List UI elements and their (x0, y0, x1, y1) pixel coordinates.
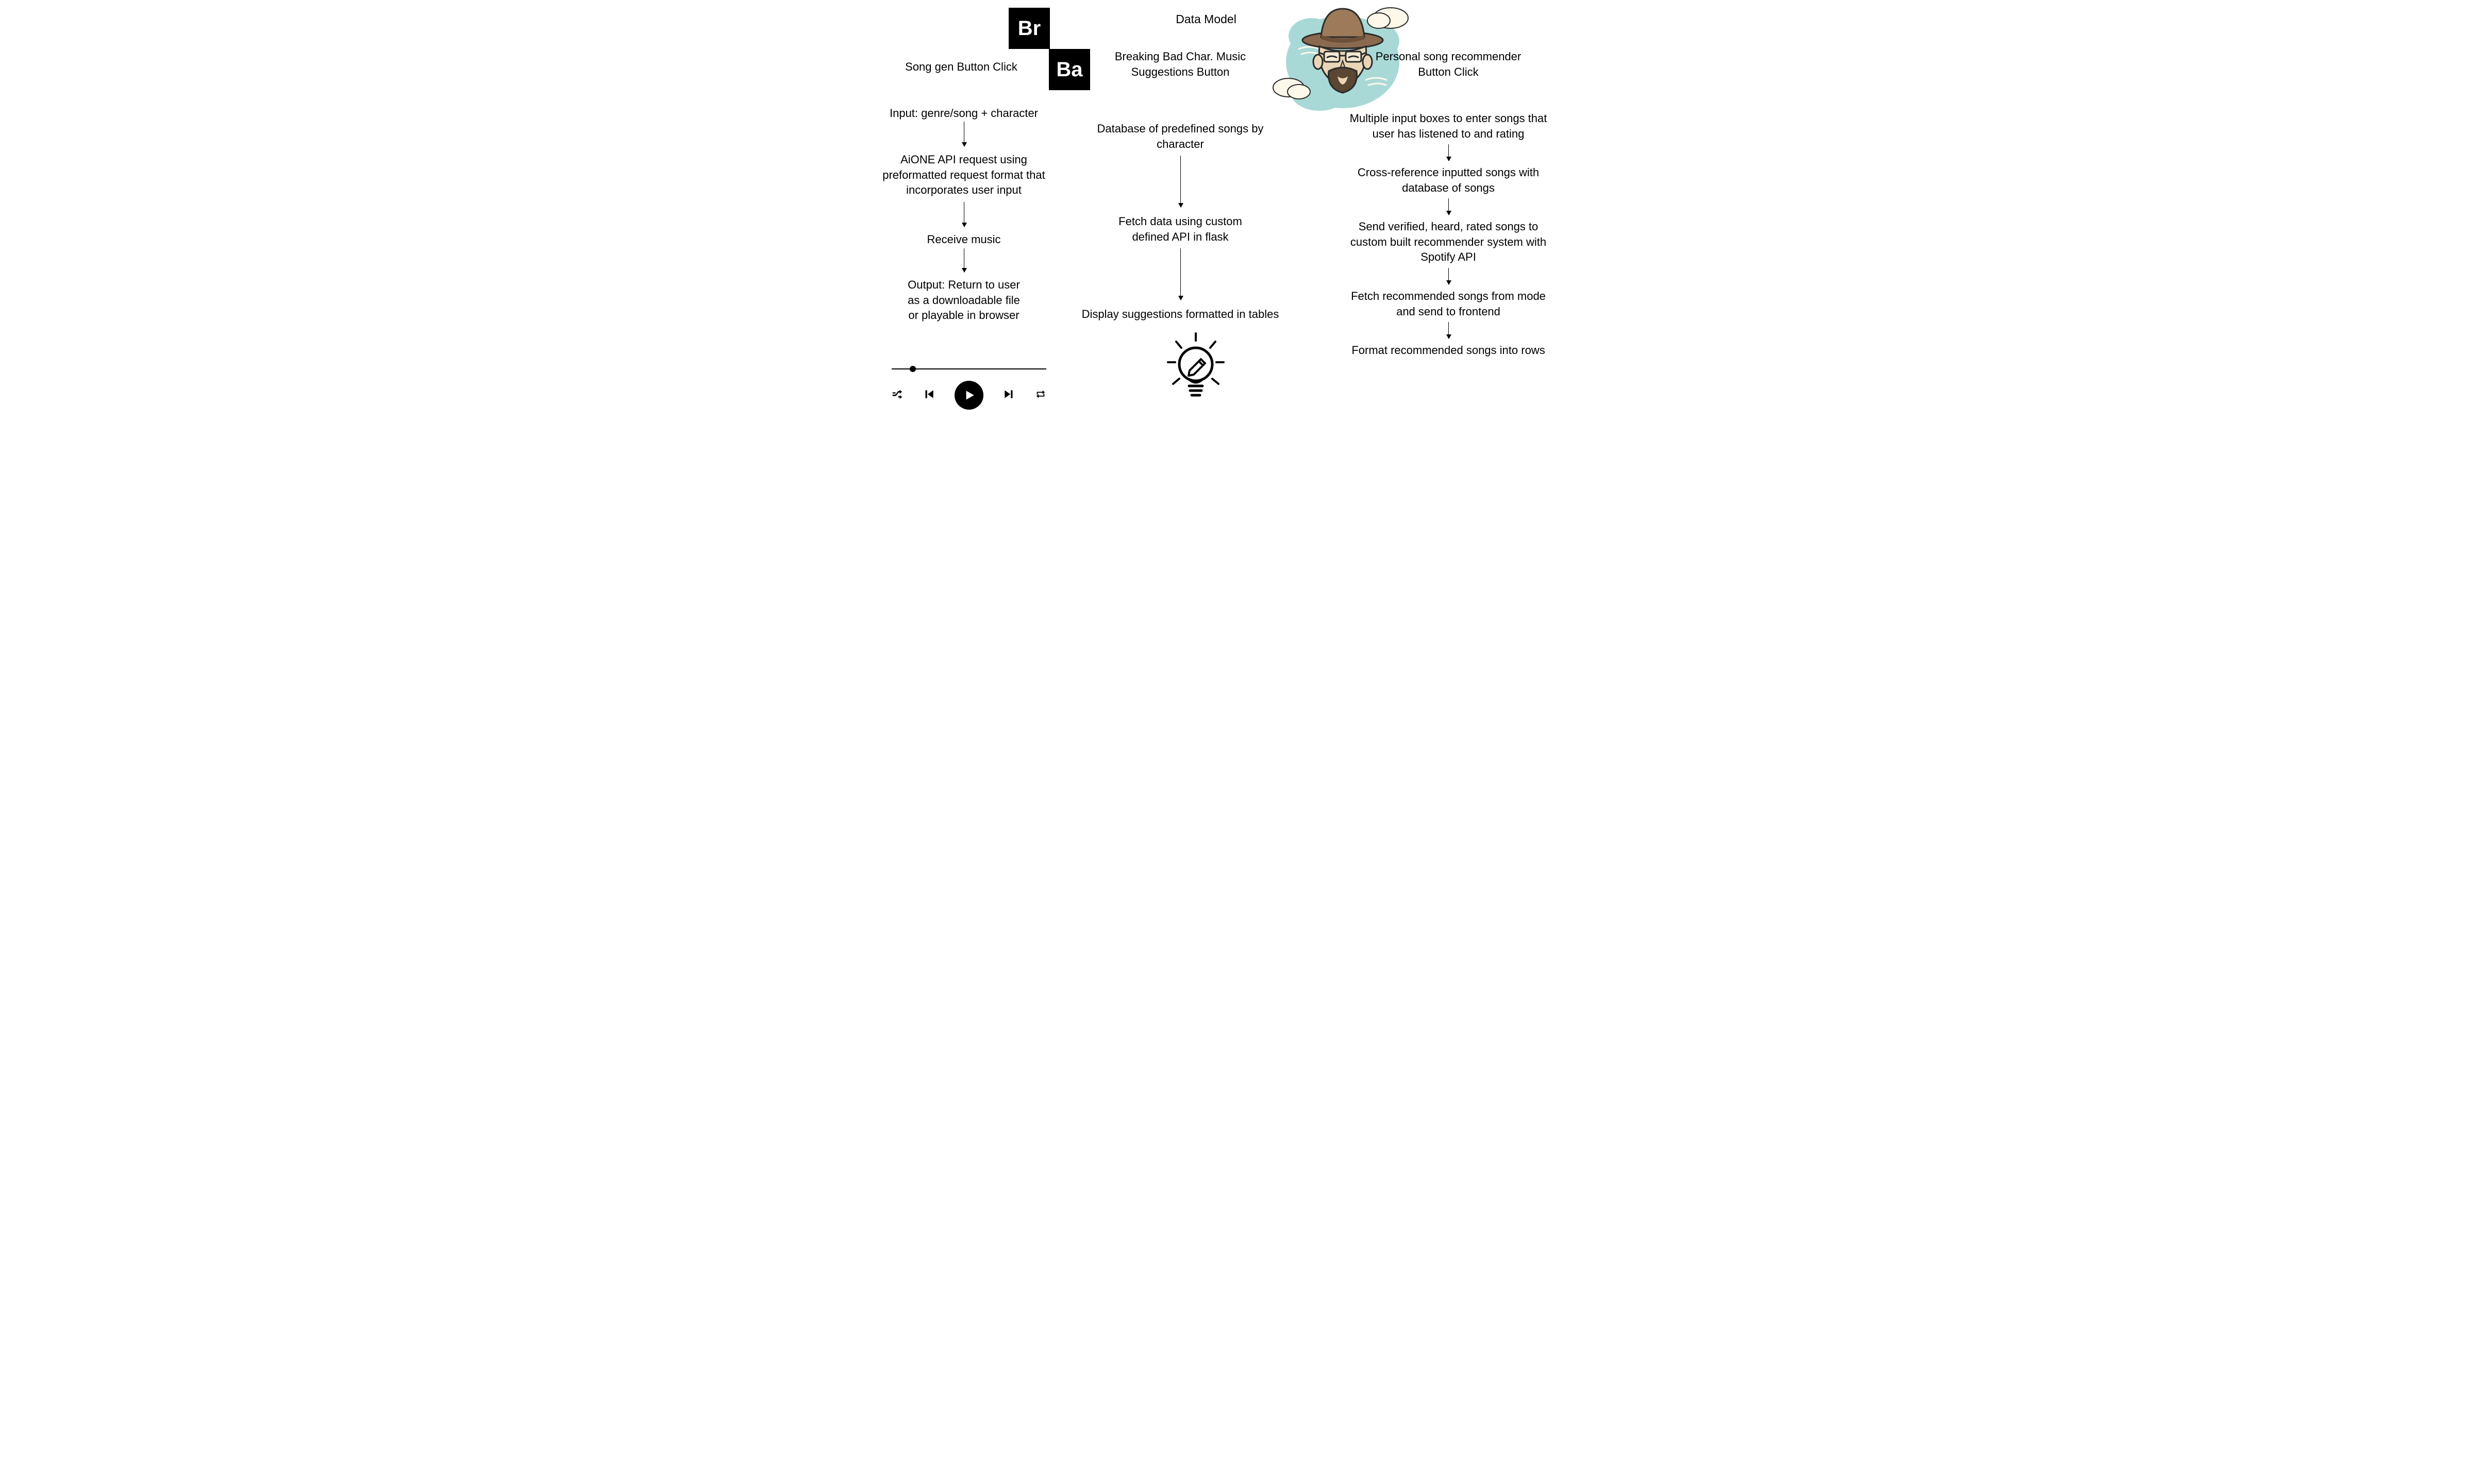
col1-heading: Song gen Button Click (897, 59, 1026, 75)
col3-step-1: Multiple input boxes to enter songs that… (1340, 111, 1557, 141)
col1-step-3: Receive music (907, 232, 1021, 247)
col3-arrow-3 (1448, 268, 1449, 284)
page-title: Data Model (1155, 11, 1258, 27)
col3-step-5: Format recommended songs into rows (1340, 343, 1557, 358)
col2-arrow-2 (1180, 248, 1181, 300)
col1-step-4: Output: Return to user as a downloadable… (905, 277, 1023, 323)
logo-tile-bottom: Ba (1049, 49, 1090, 90)
col2-arrow-1 (1180, 156, 1181, 207)
logo-tile-top: Br (1009, 8, 1050, 49)
shuffle-icon[interactable] (892, 389, 903, 402)
music-player (892, 368, 1046, 410)
col1-step-1: Input: genre/song + character (876, 106, 1051, 121)
col3-heading: Personal song recommender Button Click (1361, 49, 1536, 79)
col2-step-2: Fetch data using custom defined API in f… (1103, 214, 1258, 244)
next-track-icon[interactable] (1002, 387, 1016, 403)
player-progress-track[interactable] (892, 368, 1046, 369)
diagram-canvas: Data Model Br Ba (876, 0, 1598, 448)
col3-step-3: Send verified, heard, rated songs to cus… (1345, 219, 1551, 265)
col3-arrow-1 (1448, 144, 1449, 161)
col1-step-2: AiONE API request using preformatted req… (881, 152, 1046, 198)
col3-step-4: Fetch recommended songs from mode and se… (1340, 289, 1557, 319)
prev-track-icon[interactable] (922, 387, 935, 403)
play-button[interactable] (955, 381, 983, 410)
col2-step-1: Database of predefined songs by characte… (1093, 121, 1268, 151)
lightbulb-icon (1165, 332, 1227, 407)
col3-arrow-2 (1448, 198, 1449, 215)
col3-step-2: Cross-reference inputted songs with data… (1350, 165, 1546, 195)
repeat-icon[interactable] (1035, 389, 1046, 402)
player-progress-thumb[interactable] (910, 366, 916, 372)
col3-arrow-4 (1448, 322, 1449, 339)
col2-heading: Breaking Bad Char. Music Suggestions But… (1098, 49, 1263, 79)
col2-step-3: Display suggestions formatted in tables (1072, 307, 1289, 322)
